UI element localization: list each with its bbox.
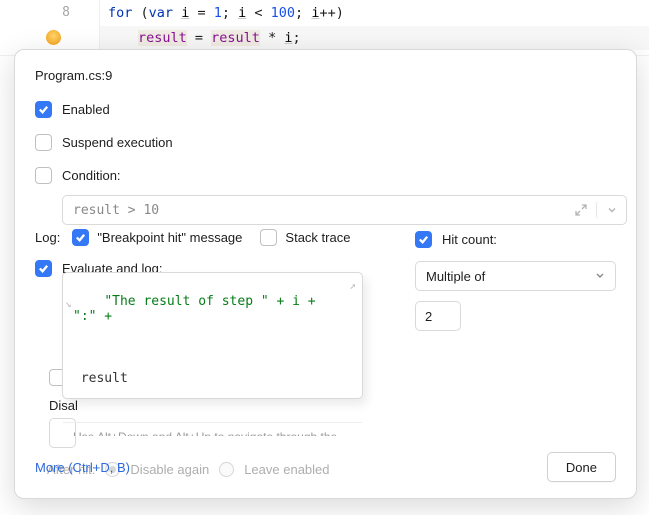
- stack-trace-label: Stack trace: [285, 230, 350, 245]
- hit-count-value: 2: [425, 309, 432, 324]
- condition-input-tools: [572, 201, 620, 219]
- condition-checkbox[interactable]: [35, 167, 52, 184]
- log-label: Log:: [35, 230, 60, 245]
- expand-icon[interactable]: [572, 201, 590, 219]
- breakpoint-icon[interactable]: [46, 30, 61, 45]
- editor-gutter: 8: [0, 0, 100, 55]
- condition-row[interactable]: Condition:: [35, 165, 616, 185]
- enabled-label: Enabled: [62, 102, 110, 117]
- evaluate-expression-text[interactable]: "The result of step " + i + ":" + ↗︎ ↘︎ …: [63, 273, 362, 422]
- hit-count-row[interactable]: Hit count:: [415, 229, 616, 249]
- more-link[interactable]: More (Ctrl+D, B): [35, 460, 130, 475]
- done-button[interactable]: Done: [547, 452, 616, 482]
- breakpoint-hit-message-checkbox[interactable]: [72, 229, 89, 246]
- condition-label: Condition:: [62, 168, 121, 183]
- log-options-row: Log: "Breakpoint hit" message Stack trac…: [35, 229, 385, 246]
- code-editor-background: 8 for (var i = 1; i < 100; i++) result =…: [0, 0, 649, 56]
- hit-count-mode-select[interactable]: Multiple of: [415, 261, 616, 291]
- popover-footer: More (Ctrl+D, B) Done: [35, 452, 616, 482]
- suspend-execution-checkbox[interactable]: [35, 134, 52, 151]
- wrap-indicator-icon: ↘︎: [65, 297, 72, 310]
- suspend-execution-label: Suspend execution: [62, 135, 173, 150]
- line-number-8: 8: [0, 5, 70, 20]
- chevron-down-icon[interactable]: [596, 201, 620, 219]
- suspend-execution-row[interactable]: Suspend execution: [35, 132, 616, 152]
- chevron-down-icon: [595, 269, 605, 284]
- code-line-8: for (var i = 1; i < 100; i++): [108, 5, 344, 21]
- hit-count-value-input[interactable]: 2: [415, 301, 461, 331]
- wrap-indicator-icon: ↗︎: [349, 279, 356, 292]
- enabled-checkbox[interactable]: [35, 101, 52, 118]
- stack-trace-toggle[interactable]: Stack trace: [260, 229, 350, 246]
- hit-count-checkbox[interactable]: [415, 231, 432, 248]
- code-line-9: result = result * i;: [138, 30, 301, 46]
- evaluate-expression-input[interactable]: "The result of step " + i + ":" + ↗︎ ↘︎ …: [62, 272, 363, 399]
- hit-count-mode-value: Multiple of: [426, 269, 485, 284]
- enabled-row[interactable]: Enabled: [35, 99, 616, 119]
- hit-count-label: Hit count:: [442, 232, 497, 247]
- breakpoint-hit-message-label: "Breakpoint hit" message: [97, 230, 242, 245]
- condition-input[interactable]: result > 10: [62, 195, 627, 225]
- evaluate-and-log-checkbox[interactable]: [35, 260, 52, 277]
- breakpoint-hit-message-toggle[interactable]: "Breakpoint hit" message: [72, 229, 242, 246]
- evaluate-expression-hint: Use Alt+Down and Alt+Up to navigate thro…: [63, 422, 362, 436]
- popover-title: Program.cs:9: [35, 68, 616, 83]
- condition-input-value: result > 10: [73, 203, 572, 218]
- stack-trace-checkbox[interactable]: [260, 229, 277, 246]
